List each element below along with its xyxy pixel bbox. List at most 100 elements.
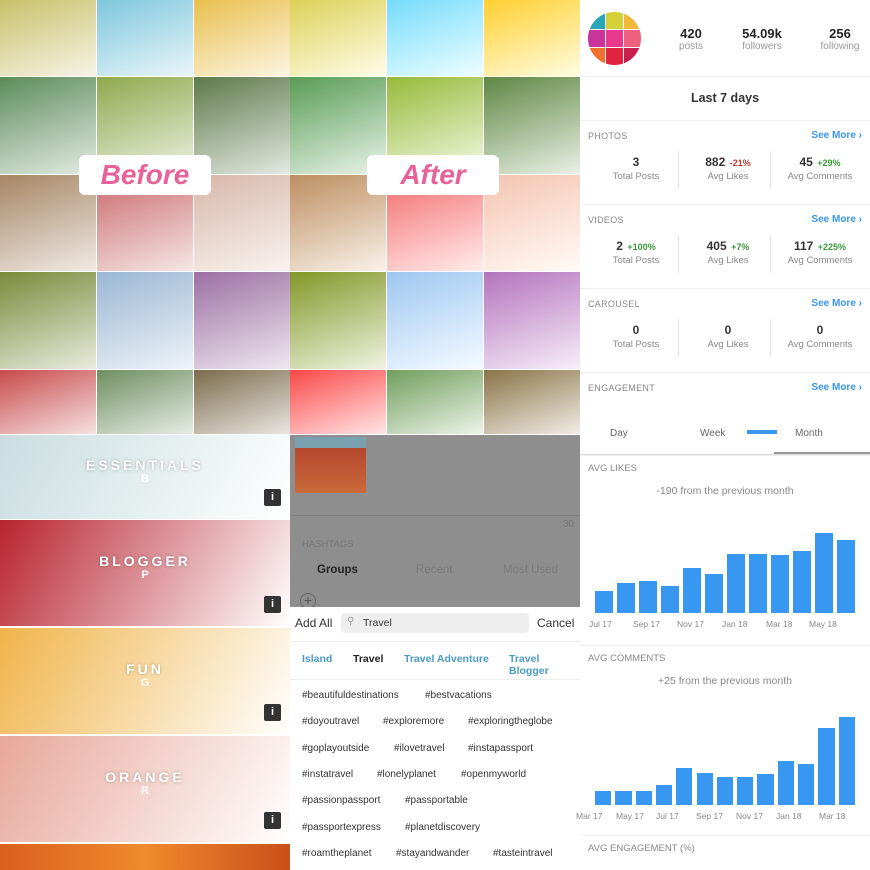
x-tick-label: Mar 17 [576,811,603,821]
chart-title: AVG COMMENTS [588,653,666,664]
photo-tile [484,0,580,76]
photo-tile [290,272,386,369]
hashtag-chip[interactable]: #passionpassport [302,795,380,806]
chart-bar [661,585,679,613]
search-icon: ⚲ [347,616,355,627]
preset-title: ESSENTIALS [86,457,204,473]
followers-stat[interactable]: 54.09k followers [717,26,807,52]
metric-label: Avg Likes [707,339,749,350]
chart-bar [676,768,693,805]
hashtag-chip[interactable]: #beautifuldestinations [302,690,399,701]
see-more-link[interactable]: See More › [811,214,862,225]
hashtag-category-tab[interactable]: Travel [353,653,383,665]
see-more-link[interactable]: See More › [811,298,862,309]
x-tick-label: Jan 18 [722,619,748,629]
photo-tile [387,272,483,369]
hashtag-chip[interactable]: #tasteintravel [493,848,552,859]
chart-bar [617,582,635,613]
see-more-link[interactable]: See More › [811,130,862,141]
search-input[interactable]: ⚲ Travel [341,613,529,633]
following-stat[interactable]: 256 following [795,26,870,52]
hashtag-chip[interactable]: #instapassport [468,743,533,754]
photo-tile [484,370,580,434]
info-icon[interactable]: i [264,812,281,829]
photo-tile [290,370,386,434]
hashtag-chip[interactable]: #bestvacations [425,690,492,701]
hashtag-chip[interactable]: #doyoutravel [302,716,359,727]
chart-bar [635,791,652,805]
metric-label: Total Posts [612,339,660,350]
period-tab[interactable]: Week [700,428,725,439]
hashtag-chip[interactable]: #instatravel [302,769,353,780]
chart-bar [716,777,734,805]
metric-cell: 405 +7% Avg Likes [680,237,776,266]
hashtag-category-tab[interactable]: Island [302,653,332,665]
hashtag-chip[interactable]: #lonelyplanet [377,769,436,780]
tab-groups[interactable]: Groups [317,564,358,576]
chart-bar [793,550,811,613]
info-icon[interactable]: i [264,489,281,506]
period-selector[interactable]: Last 7 days [580,91,870,105]
profile-avatar[interactable] [588,12,641,65]
chart-bar [615,790,632,805]
hashtag-category-tab[interactable]: Travel Adventure [404,653,489,665]
info-icon[interactable]: i [264,596,281,613]
photo-tile [0,0,96,76]
hashtag-chip[interactable]: #exploremore [383,716,444,727]
hashtag-chip[interactable]: #stayandwander [396,848,469,859]
insight-section-videos: VIDEOS See More › 2 +100% Total Posts 405 +7… [580,204,870,288]
hashtag-chip[interactable]: #exploringtheglobe [468,716,553,727]
chart-bar [837,540,855,613]
x-tick-label: May 17 [616,811,644,821]
insight-section-carousel: CAROUSEL See More › 0 Total Posts 0 Avg Likes… [580,288,870,372]
hashtag-chip[interactable]: #passportexpress [302,822,381,833]
tab-most-used[interactable]: Most Used [503,564,558,576]
metric-label: Avg Likes [707,255,749,266]
chart-bar [595,591,613,613]
preset-subtitle: R [141,785,149,797]
photo-tile [0,272,96,369]
info-icon[interactable]: i [264,704,281,721]
chart-bar [838,717,855,805]
preset-banner[interactable]: ORANGE Ri [0,736,290,842]
preset-banner[interactable]: BLOGGER Pi [0,520,290,626]
preset-banner[interactable] [0,844,290,870]
photo-tile [484,272,580,369]
preset-banner[interactable]: ESSENTIALS Bi [0,435,290,519]
hashtag-category-tab[interactable]: Travel Blogger [509,653,580,677]
hashtag-chip[interactable]: #roamtheplanet [302,848,372,859]
add-all-button[interactable]: Add All [295,616,332,630]
metric-cell: 117 +225% Avg Comments [772,237,868,266]
cancel-button[interactable]: Cancel [537,616,574,630]
after-photo-grid [290,0,580,435]
hashtag-chip[interactable]: #goplayoutside [302,743,369,754]
x-tick-label: Mar 18 [766,619,793,629]
metric-change: +7% [731,242,750,252]
hashtag-chip[interactable]: #planetdiscovery [405,822,480,833]
metric-change: +225% [817,242,847,252]
chart-bar [639,581,657,613]
chart-title: AVG LIKES [588,463,637,474]
before-label: Before [79,155,211,195]
hashtag-chip[interactable]: #openmyworld [461,769,526,780]
tab-recent[interactable]: Recent [416,564,452,576]
x-tick-label: Mar 18 [819,811,846,821]
chart-bar [655,785,673,805]
metric-value: 45 [799,155,813,169]
chart-bar [737,777,754,805]
metric-label: Total Posts [612,255,660,266]
period-tab[interactable]: Month [795,428,823,439]
photo-tile [97,272,193,369]
chart-bar [798,764,815,805]
see-more-link[interactable]: See More › [811,382,862,393]
period-tab[interactable]: Day [610,428,628,439]
metric-value: 882 [705,155,726,169]
preset-banner[interactable]: FUN Gi [0,628,290,734]
hashtag-chip[interactable]: #ilovetravel [394,743,445,754]
metric-label: Avg Comments [787,171,853,182]
x-tick-label: Jan 18 [776,811,802,821]
hashtag-chip[interactable]: #passportable [405,795,468,806]
x-tick-label: Nov 17 [736,811,763,821]
metric-label: Avg Comments [787,339,853,350]
photo-tile [194,272,290,369]
